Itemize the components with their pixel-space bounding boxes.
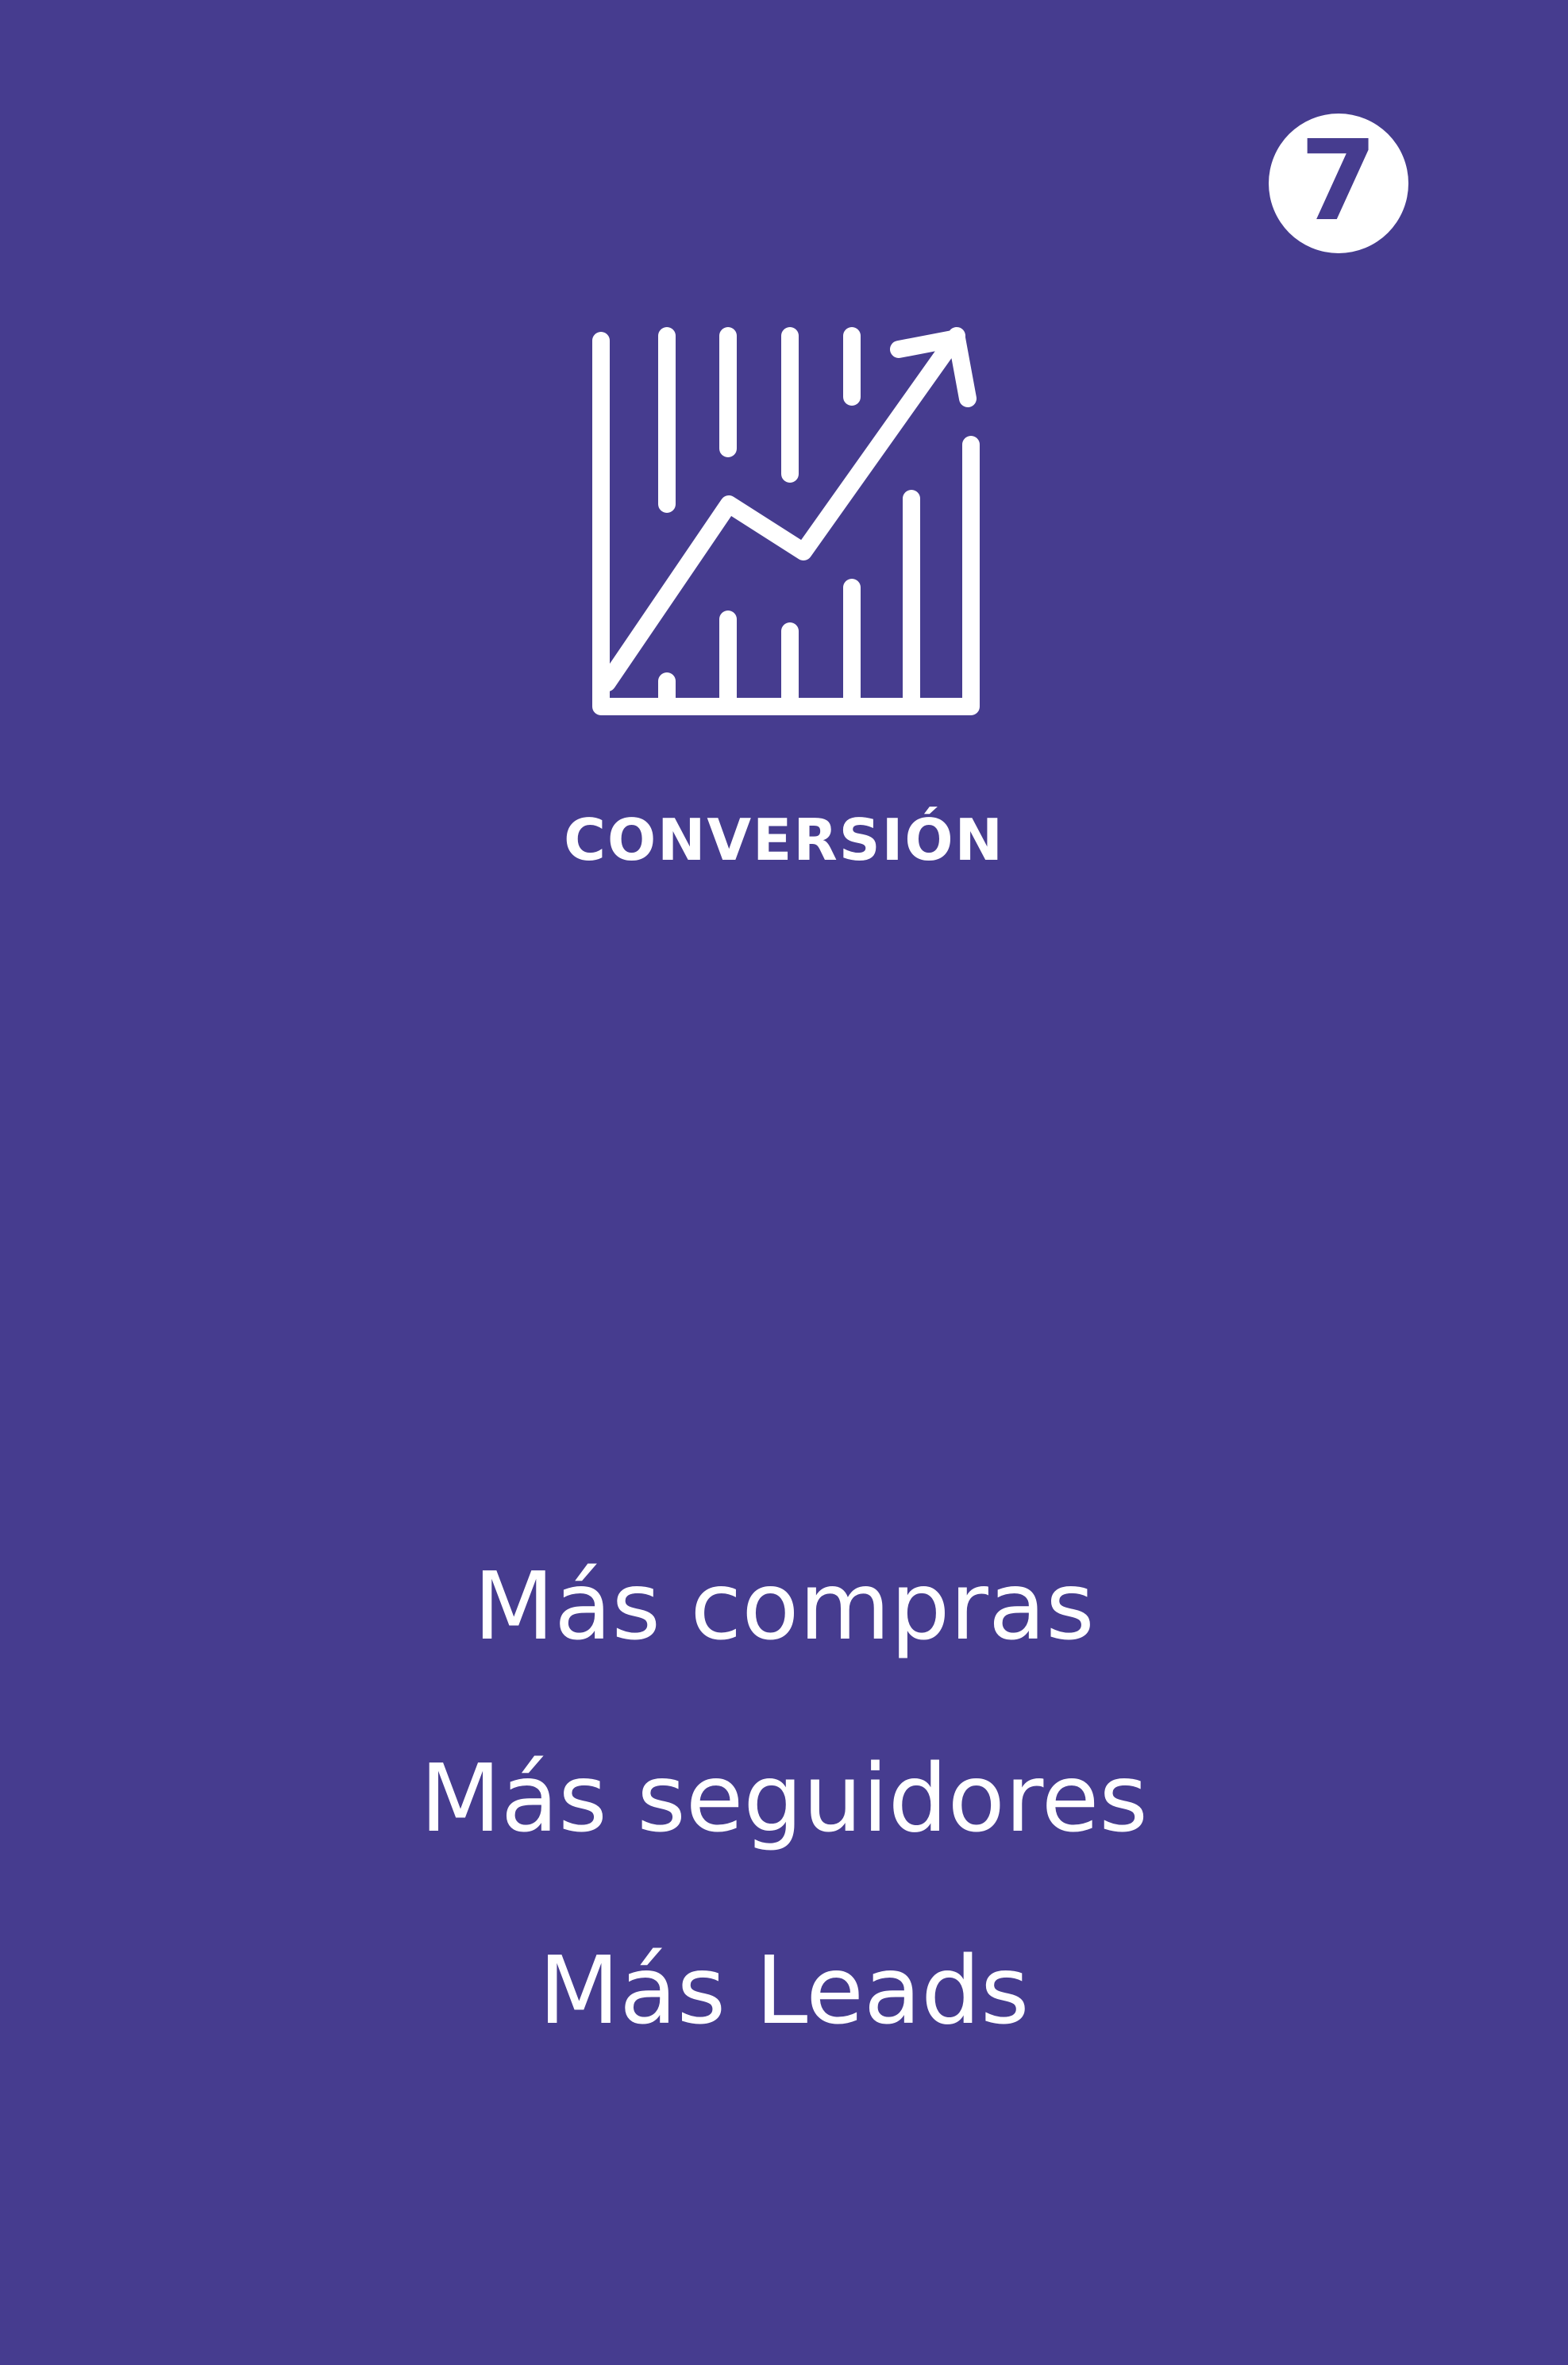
step-number: 7 — [1300, 117, 1377, 246]
step-number-badge: 7 — [1269, 114, 1408, 253]
benefit-item: Más seguidores — [420, 1743, 1148, 1853]
benefit-list: Más compras Más seguidores Más Leads — [0, 1536, 1568, 2113]
conversion-card: 7 CONVERSIÓN Más compras Más seguidores … — [0, 0, 1568, 2365]
section-title: CONVERSIÓN — [564, 807, 1004, 873]
benefit-item: Más compras — [473, 1551, 1095, 1661]
growth-chart-icon — [592, 327, 980, 715]
benefit-item: Más Leads — [538, 1936, 1030, 2045]
